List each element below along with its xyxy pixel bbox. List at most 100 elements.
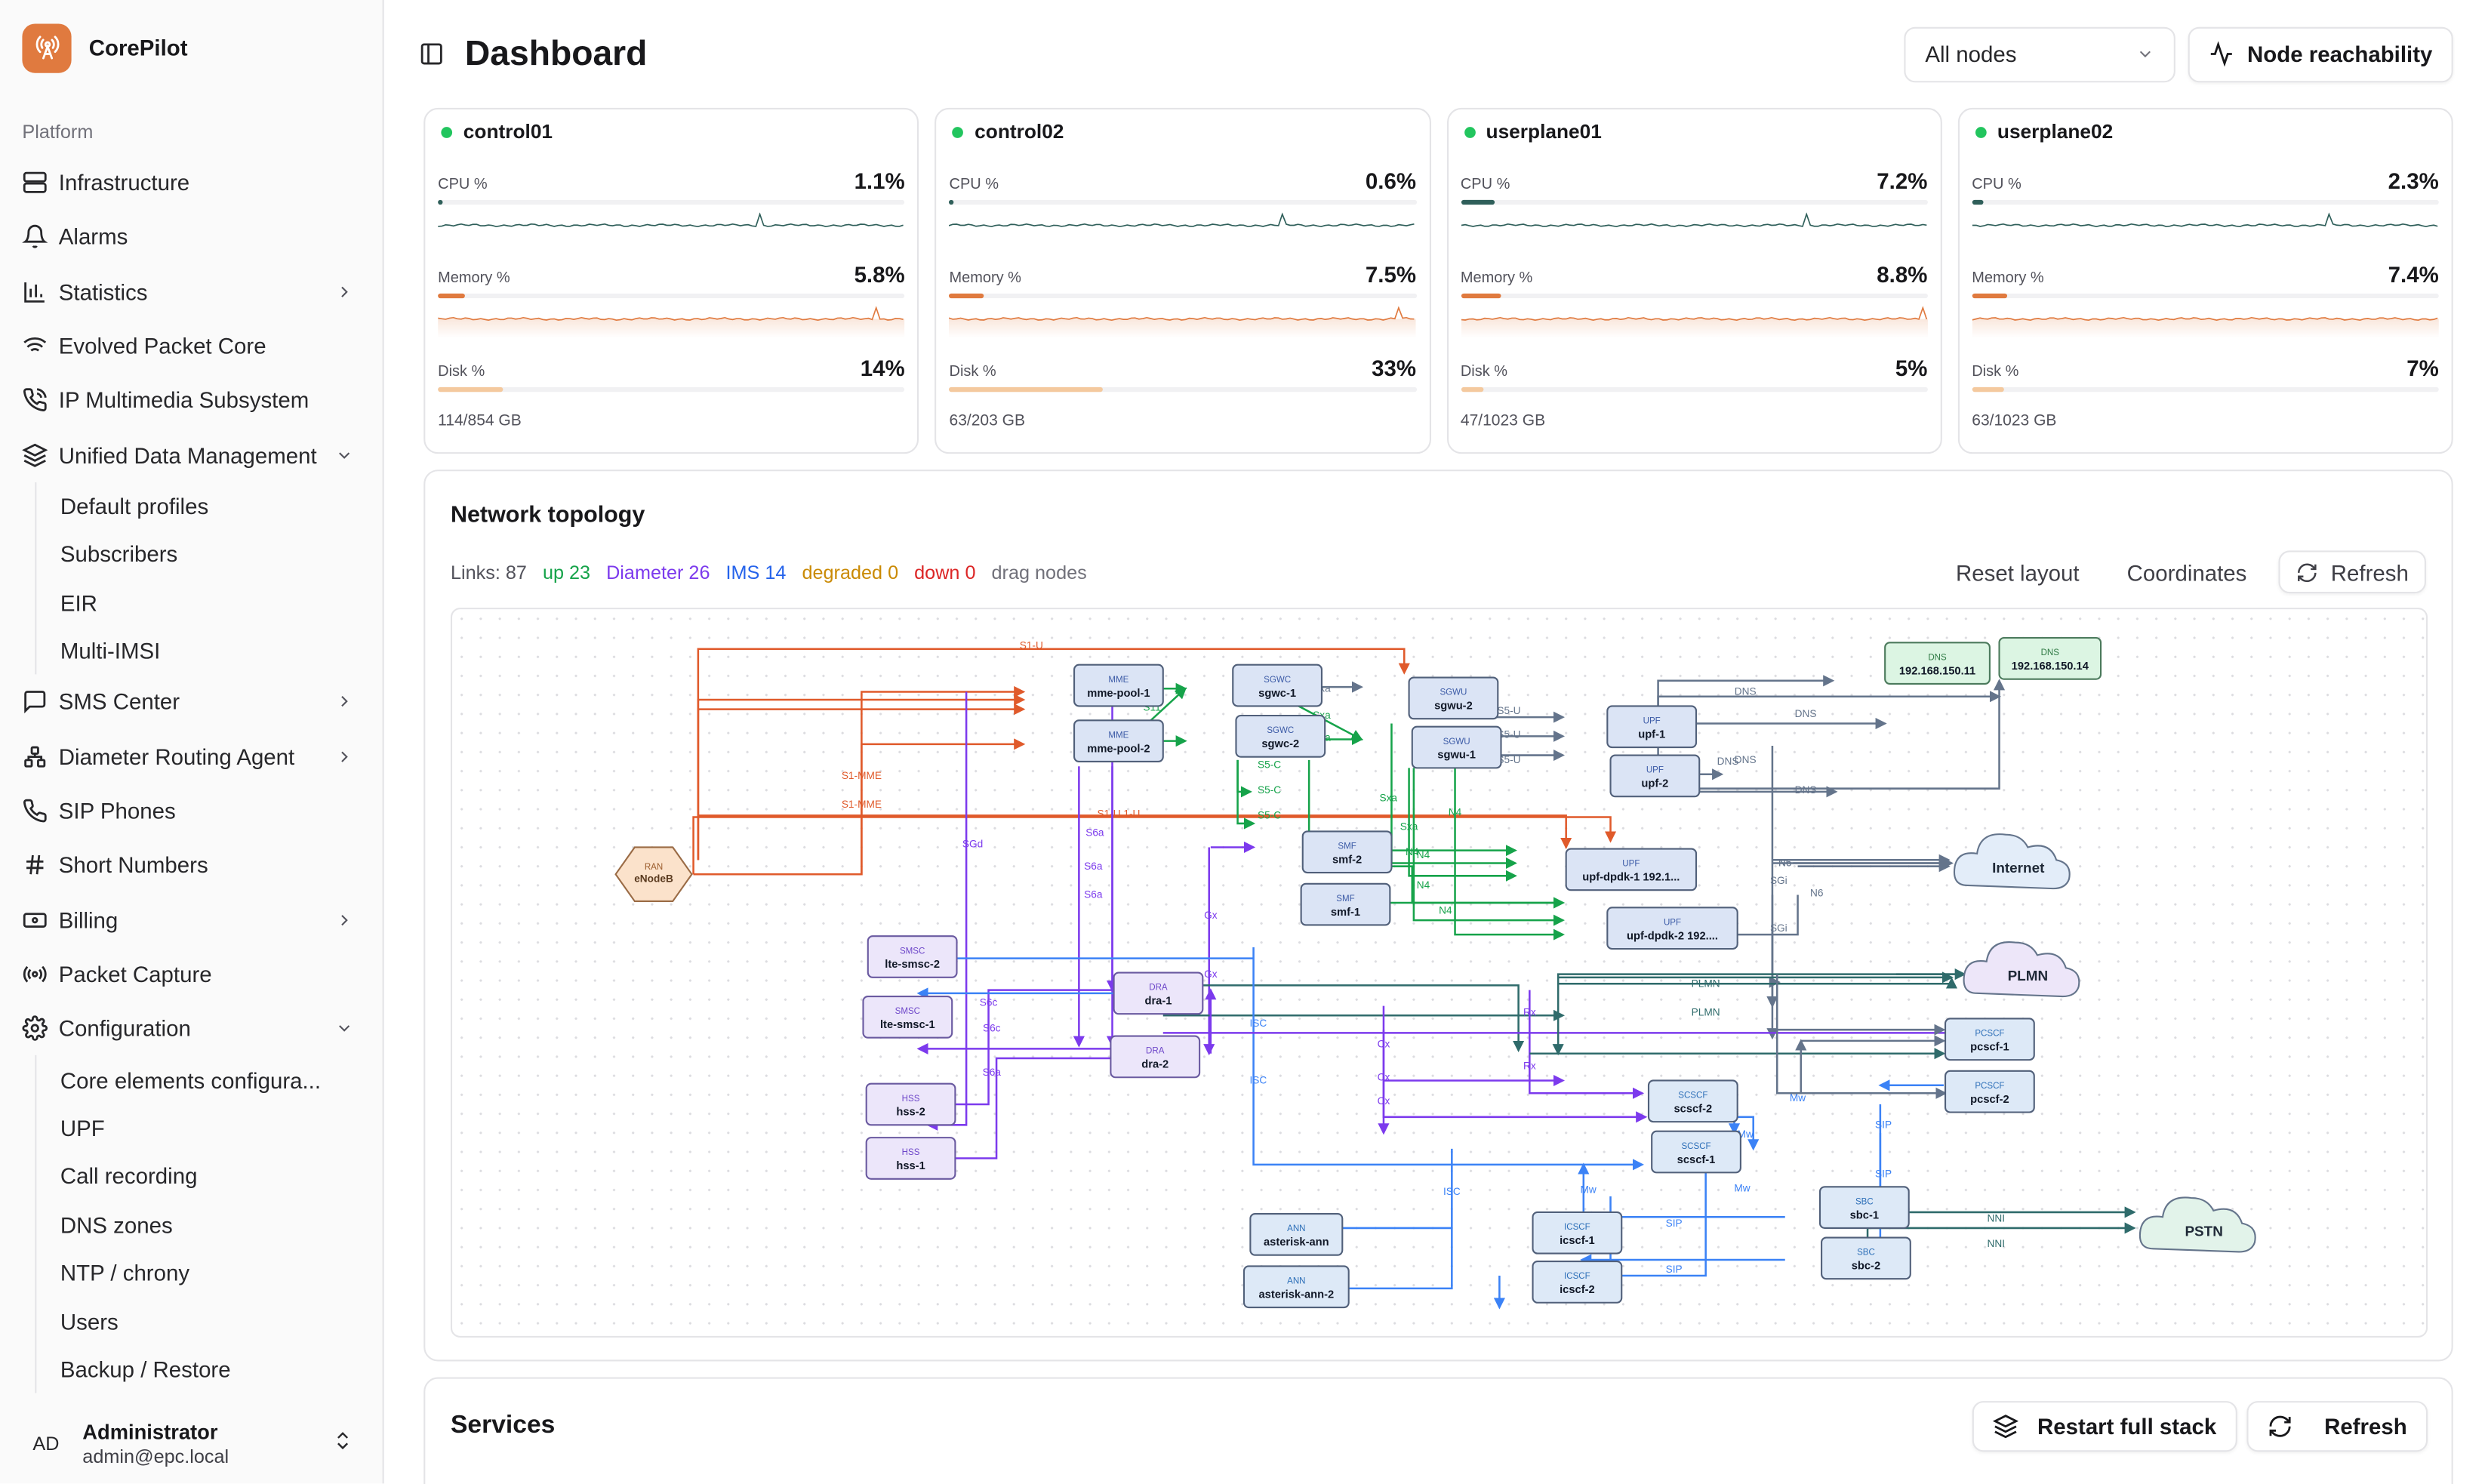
topology-node-dra-2[interactable]: DRA dra-2	[1110, 1035, 1201, 1079]
link-label: Sxa	[1400, 821, 1418, 832]
restart-full-stack-button[interactable]: Restart full stack	[1972, 1401, 2237, 1452]
topology-node-mme-pool-2[interactable]: MME mme-pool-2	[1073, 719, 1164, 763]
topology-refresh-button[interactable]: Refresh	[2278, 550, 2426, 594]
node-type: UPF	[1643, 717, 1661, 726]
topology-canvas[interactable]: S1-US1-MMES1-MMES1-U 1-US11S11SxaSxaSxaS…	[450, 608, 2428, 1338]
sidebar-subitem-call-recording[interactable]: Call recording	[36, 1152, 382, 1200]
node-type: UPF	[1622, 860, 1640, 869]
sidebar-item-udm[interactable]: Unified Data Management	[0, 427, 383, 482]
topology-graph[interactable]: S1-US1-MMES1-MMES1-U 1-US11S11SxaSxaSxaS…	[452, 609, 2428, 1336]
topology-node-mme-pool-1[interactable]: MME mme-pool-1	[1073, 663, 1164, 707]
sidebar-item-short-numbers[interactable]: Short Numbers	[0, 838, 383, 892]
sidebar-subitem-default-profiles[interactable]: Default profiles	[36, 482, 382, 531]
link-label: S5-U	[1497, 705, 1520, 716]
topology-node-sgwc-1[interactable]: SGWC sgwc-1	[1232, 663, 1323, 707]
node-name: dra-1	[1144, 996, 1172, 1008]
chevron-right-icon	[341, 914, 348, 925]
node-card-userplane02[interactable]: userplane02 CPU % 2.3% Memory % 7.4% Dis…	[1957, 107, 2453, 454]
disk-bar	[1972, 386, 2439, 393]
link-label: ISC	[1250, 1018, 1267, 1029]
radio-icon	[22, 962, 48, 987]
node-name: userplane01	[1486, 120, 1602, 143]
topology-node-sgwu-1[interactable]: SGWU sgwu-1	[1411, 725, 1502, 769]
sidebar-item-infrastructure[interactable]: Infrastructure	[0, 155, 383, 210]
sidebar-item-sip-phones[interactable]: SIP Phones	[0, 784, 383, 838]
sidebar-item-evolved-packet-core[interactable]: Evolved Packet Core	[0, 319, 383, 373]
cloud-label: Internet	[1992, 861, 2045, 876]
user-name: Administrator	[82, 1420, 218, 1444]
cloud-internet[interactable]: Internet	[1953, 833, 2071, 890]
sidebar-subitem-multi-imsi[interactable]: Multi-IMSI	[36, 627, 382, 675]
topology-node-scscf-2[interactable]: SCSCF scscf-2	[1647, 1079, 1738, 1123]
node-reachability-button[interactable]: Node reachability	[2188, 26, 2453, 82]
topology-node-scscf-1[interactable]: SCSCF scscf-1	[1651, 1130, 1741, 1174]
topology-node-hss-1[interactable]: HSS hss-1	[865, 1137, 956, 1180]
link-label: S6a	[1085, 827, 1104, 839]
topology-node-icscf-2[interactable]: ICSCF icscf-2	[1532, 1261, 1623, 1304]
topology-node-asterisk-ann[interactable]: ANN asterisk-ann	[1249, 1212, 1344, 1256]
sidebar-item-billing[interactable]: Billing	[0, 892, 383, 947]
user-menu[interactable]: AD Administrator admin@epc.local	[0, 1404, 383, 1483]
sidebar-toggle-icon[interactable]	[419, 42, 445, 67]
topology-node-smf-1[interactable]: SMF smf-1	[1300, 882, 1391, 926]
node-name: upf-1	[1638, 728, 1665, 740]
node-type: SGWC	[1267, 726, 1294, 735]
topology-node-sbc-1[interactable]: SBC sbc-1	[1818, 1186, 1910, 1229]
topology-node-upf-dpdk-1-192-1-[interactable]: UPF upf-dpdk-1 192.1...	[1565, 848, 1698, 891]
topology-node-pcscf-2[interactable]: PCSCF pcscf-2	[1945, 1070, 2035, 1113]
topology-node-eNodeB[interactable]: RANeNodeB	[614, 846, 693, 902]
memory-bar-fill	[1972, 293, 2007, 299]
sidebar-subitem-backup[interactable]: Backup / Restore	[36, 1345, 382, 1393]
memory-label: Memory %	[438, 269, 510, 288]
topology-node-192-168-150-14[interactable]: DNS 192.168.150.14	[1998, 636, 2102, 680]
sidebar-subitem-eir[interactable]: EIR	[36, 578, 382, 627]
cloud-plmn[interactable]: PLMN	[1963, 941, 2080, 998]
sidebar-item-label: Infrastructure	[58, 170, 190, 196]
sidebar-subitem-core-elements[interactable]: Core elements configura...	[36, 1056, 382, 1104]
cloud-pstn[interactable]: PSTN	[2139, 1196, 2256, 1253]
sidebar-item-packet-capture[interactable]: Packet Capture	[0, 947, 383, 1002]
sidebar-subitem-users[interactable]: Users	[36, 1297, 382, 1345]
topology-node-upf-2[interactable]: UPF upf-2	[1609, 754, 1701, 798]
topology-node-sgwu-2[interactable]: SGWU sgwu-2	[1408, 676, 1499, 720]
topology-node-smf-2[interactable]: SMF smf-2	[1301, 830, 1393, 874]
reset-layout-button[interactable]: Reset layout	[1956, 559, 2080, 585]
sidebar-subitem-dns-zones[interactable]: DNS zones	[36, 1200, 382, 1248]
topology-node-lte-smsc-1[interactable]: SMSC lte-smsc-1	[862, 996, 953, 1039]
topology-link	[1657, 691, 2002, 768]
node-card-userplane01[interactable]: userplane01 CPU % 7.2% Memory % 8.8% Dis…	[1446, 107, 1942, 454]
sidebar-subitem-upf[interactable]: UPF	[36, 1104, 382, 1153]
topology-node-upf-1[interactable]: UPF upf-1	[1606, 705, 1698, 749]
sidebar-item-statistics[interactable]: Statistics	[0, 264, 383, 319]
node-name: scscf-2	[1674, 1104, 1712, 1116]
services-refresh-button[interactable]: Refresh	[2246, 1401, 2428, 1452]
coordinates-button[interactable]: Coordinates	[2127, 559, 2247, 585]
topology-node-192-168-150-11[interactable]: DNS 192.168.150.11	[1884, 642, 1991, 685]
sidebar-item-ims[interactable]: IP Multimedia Subsystem	[0, 373, 383, 427]
brand[interactable]: CorePilot	[22, 23, 382, 72]
sidebar-item-configuration[interactable]: Configuration	[0, 1002, 383, 1056]
node-card-control01[interactable]: control01 CPU % 1.1% Memory % 5.8% Disk …	[423, 107, 919, 454]
sidebar-subitem-ntp[interactable]: NTP / chrony	[36, 1248, 382, 1297]
topology-link	[1558, 977, 1958, 989]
topology-node-lte-smsc-2[interactable]: SMSC lte-smsc-2	[867, 935, 958, 978]
memory-value: 8.8%	[1877, 261, 1928, 288]
topology-node-sgwc-2[interactable]: SGWC sgwc-2	[1235, 714, 1326, 758]
topology-node-dra-1[interactable]: DRA dra-1	[1113, 971, 1204, 1015]
topology-node-hss-2[interactable]: HSS hss-2	[865, 1082, 956, 1126]
node-select[interactable]: All nodes	[1904, 26, 2176, 82]
topology-node-asterisk-ann-2[interactable]: ANN asterisk-ann-2	[1242, 1265, 1350, 1309]
sidebar-item-dra[interactable]: Diameter Routing Agent	[0, 729, 383, 784]
sidebar-subitem-subscribers[interactable]: Subscribers	[36, 530, 382, 578]
sidebar-item-label: IP Multimedia Subsystem	[58, 387, 309, 414]
topology-node-pcscf-1[interactable]: PCSCF pcscf-1	[1945, 1018, 2035, 1061]
node-card-control02[interactable]: control02 CPU % 0.6% Memory % 7.5% Disk …	[935, 107, 1430, 454]
topology-node-upf-dpdk-2-192-[interactable]: UPF upf-dpdk-2 192....	[1606, 907, 1738, 950]
app-name: CorePilot	[88, 35, 188, 60]
sidebar-item-sms-center[interactable]: SMS Center	[0, 675, 383, 729]
sidebar-item-alarms[interactable]: Alarms	[0, 210, 383, 264]
topology-node-icscf-1[interactable]: ICSCF icscf-1	[1532, 1211, 1623, 1255]
disk-detail: 63/203 GB	[949, 412, 1026, 430]
topology-node-sbc-2[interactable]: SBC sbc-2	[1821, 1236, 1911, 1280]
memory-bar-fill	[1460, 293, 1502, 299]
